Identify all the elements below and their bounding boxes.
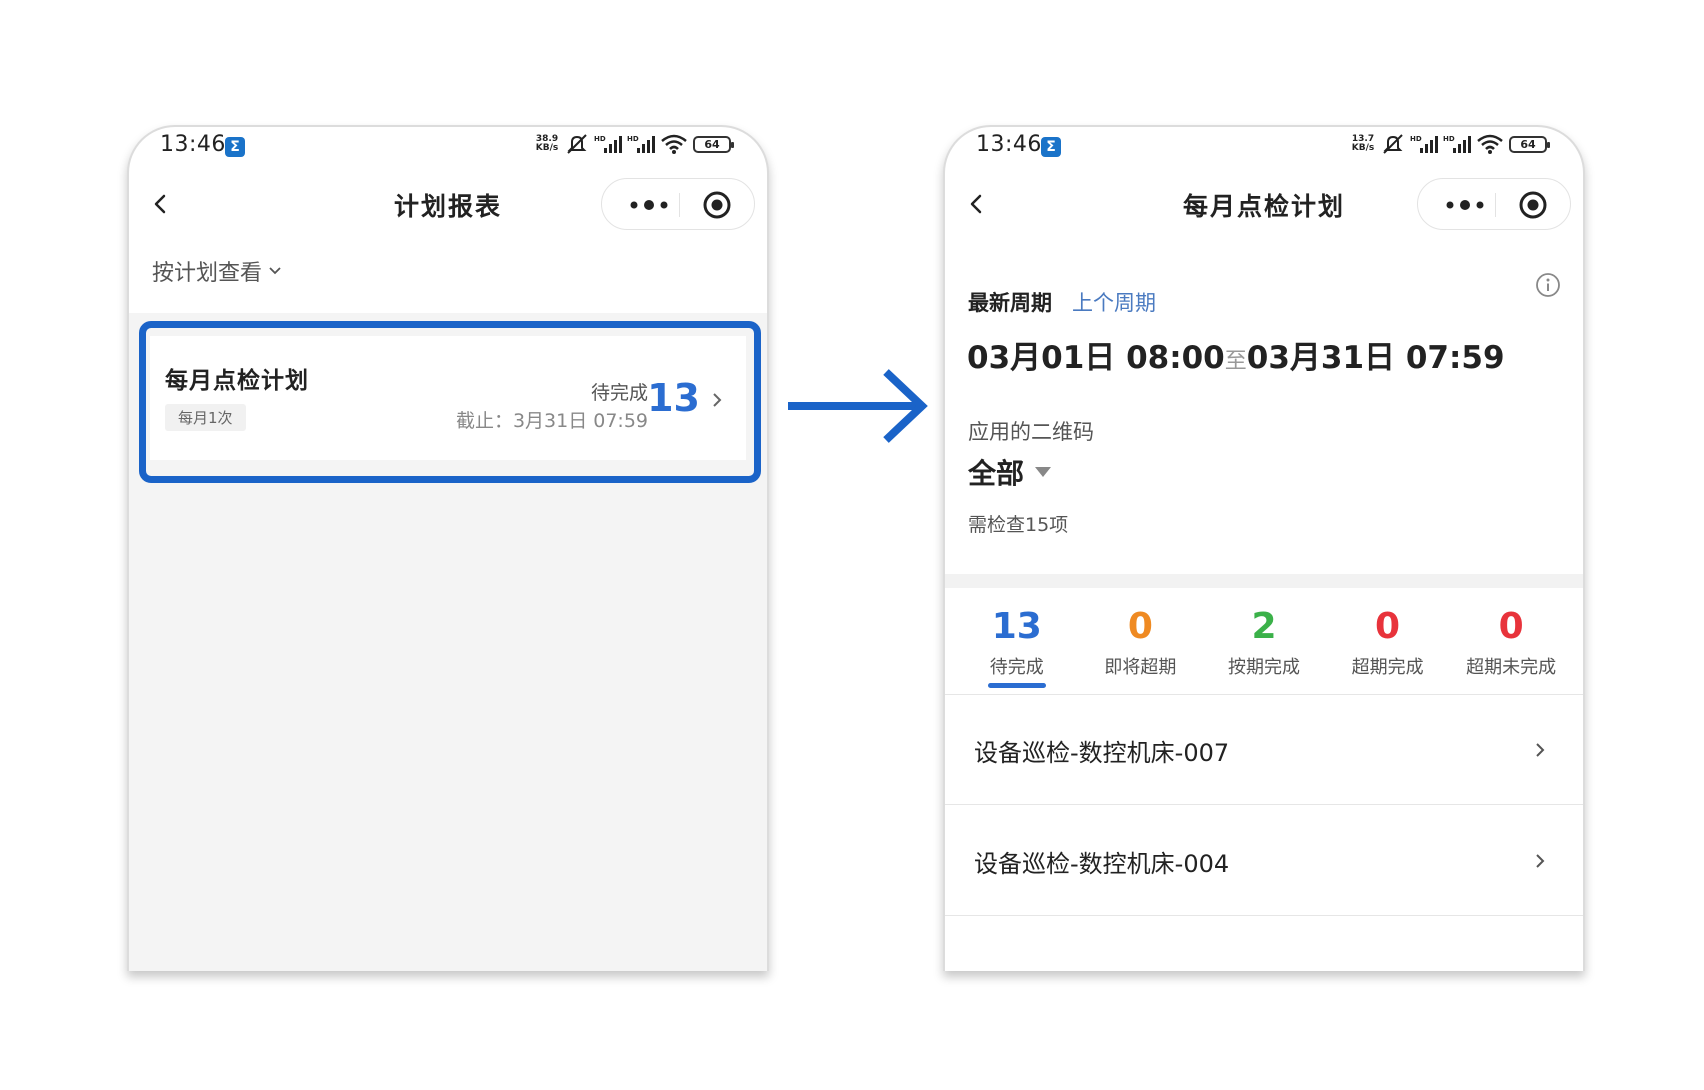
cycle-tabs: 最新周期 上个周期 bbox=[968, 287, 1156, 317]
mini-program-capsule bbox=[1417, 178, 1571, 230]
status-bar: 13:46 Σ 38.9 KB/s HD HD 64 bbox=[129, 127, 767, 167]
check-item-count: 需检查15项 bbox=[968, 514, 1069, 536]
mini-program-capsule bbox=[601, 178, 755, 230]
plan-detail-screen: 13:46 Σ 13.7 KB/s HD HD 64 每月点检计划 最新周期 上… bbox=[943, 125, 1585, 971]
status-bar: 13:46 Σ 13.7 KB/s HD HD 64 bbox=[945, 127, 1583, 167]
active-tab-indicator bbox=[987, 683, 1046, 688]
device-name: 设备巡检-数控机床-004 bbox=[974, 850, 1230, 878]
chevron-right-icon bbox=[1536, 743, 1545, 757]
cycle-date-range: 03月01日 08:00至03月31日 07:59 bbox=[967, 332, 1505, 377]
network-speed-unit: KB/s bbox=[1351, 143, 1375, 153]
hd-signal-icon: HD bbox=[627, 135, 655, 153]
stat-label: 超期完成 bbox=[1351, 657, 1424, 678]
qr-select-value: 全部 bbox=[968, 457, 1025, 490]
sigma-icon: Σ bbox=[1041, 137, 1061, 157]
svg-text:HD: HD bbox=[1410, 135, 1422, 143]
stat-label: 按期完成 bbox=[1227, 657, 1300, 678]
highlight-frame bbox=[139, 321, 761, 483]
device-name: 设备巡检-数控机床-007 bbox=[974, 739, 1230, 767]
battery-icon: 64 bbox=[1509, 135, 1550, 153]
qr-code-select[interactable]: 全部 bbox=[968, 452, 1052, 492]
info-icon[interactable] bbox=[1535, 272, 1561, 298]
date-separator: 至 bbox=[1224, 349, 1247, 374]
status-stats-tabs: 13 待完成 0 即将超期 2 按期完成 0 超期完成 0 超期未完成 bbox=[945, 599, 1583, 688]
svg-text:HD: HD bbox=[627, 135, 639, 143]
stat-value: 0 bbox=[1498, 606, 1524, 647]
stat-value: 13 bbox=[991, 606, 1042, 647]
section-divider bbox=[945, 574, 1583, 588]
tab-previous-cycle[interactable]: 上个周期 bbox=[1072, 287, 1156, 317]
svg-text:HD: HD bbox=[594, 135, 606, 143]
battery-icon: 64 bbox=[693, 135, 734, 153]
stat-label: 即将超期 bbox=[1104, 657, 1177, 678]
sigma-icon: Σ bbox=[225, 137, 245, 157]
wifi-icon bbox=[1477, 134, 1503, 154]
target-icon[interactable] bbox=[702, 190, 732, 220]
status-time: 13:46 bbox=[976, 132, 1042, 157]
qr-label: 应用的二维码 bbox=[968, 420, 1094, 444]
capsule-divider bbox=[1495, 193, 1496, 217]
network-speed-unit: KB/s bbox=[535, 143, 559, 153]
nav-bar: 计划报表 bbox=[129, 175, 767, 233]
svg-text:HD: HD bbox=[1443, 135, 1455, 143]
tab-latest-cycle[interactable]: 最新周期 bbox=[968, 287, 1052, 317]
flow-arrow-icon bbox=[788, 369, 928, 443]
stat-label: 超期未完成 bbox=[1466, 657, 1557, 678]
stat-overdue-completed[interactable]: 0 超期完成 bbox=[1326, 599, 1450, 683]
plan-report-screen: 13:46 Σ 38.9 KB/s HD HD 64 计划报表 按计划查看 每月… bbox=[127, 125, 769, 971]
stat-pending[interactable]: 13 待完成 bbox=[955, 599, 1079, 688]
mute-icon bbox=[1383, 134, 1403, 154]
stat-overdue-incomplete[interactable]: 0 超期未完成 bbox=[1449, 599, 1573, 683]
more-icon[interactable] bbox=[1442, 193, 1488, 217]
stat-value: 0 bbox=[1127, 606, 1153, 647]
status-time: 13:46 bbox=[160, 132, 226, 157]
hd-signal-icon: HD bbox=[1443, 135, 1471, 153]
stat-due-soon[interactable]: 0 即将超期 bbox=[1079, 599, 1203, 683]
list-item[interactable]: 设备巡检-数控机床-007 bbox=[945, 695, 1583, 805]
filter-label: 按计划查看 bbox=[152, 261, 263, 286]
network-speed: 38.9 KB/s bbox=[534, 135, 560, 153]
status-icons: 38.9 KB/s HD HD 64 bbox=[534, 133, 734, 155]
stat-value: 2 bbox=[1251, 606, 1277, 647]
view-by-plan-dropdown[interactable]: 按计划查看 bbox=[152, 255, 282, 287]
stat-on-time[interactable]: 2 按期完成 bbox=[1202, 599, 1326, 683]
target-icon[interactable] bbox=[1518, 190, 1548, 220]
more-icon[interactable] bbox=[626, 193, 672, 217]
stat-value: 0 bbox=[1375, 606, 1401, 647]
caret-down-icon bbox=[1035, 467, 1052, 477]
stat-label: 待完成 bbox=[989, 657, 1044, 678]
wifi-icon bbox=[661, 134, 687, 154]
chevron-right-icon bbox=[1536, 854, 1545, 868]
capsule-divider bbox=[679, 193, 680, 217]
status-icons: 13.7 KB/s HD HD 64 bbox=[1350, 133, 1550, 155]
chevron-down-icon bbox=[269, 267, 281, 275]
network-speed: 13.7 KB/s bbox=[1350, 135, 1376, 153]
hd-signal-icon: HD bbox=[594, 135, 622, 153]
date-end: 03月31日 07:59 bbox=[1246, 340, 1505, 376]
list-item[interactable]: 设备巡检-数控机床-004 bbox=[945, 806, 1583, 916]
date-start: 03月01日 08:00 bbox=[967, 340, 1225, 376]
hd-signal-icon: HD bbox=[1410, 135, 1438, 153]
nav-bar: 每月点检计划 bbox=[945, 175, 1583, 233]
mute-icon bbox=[567, 134, 587, 154]
